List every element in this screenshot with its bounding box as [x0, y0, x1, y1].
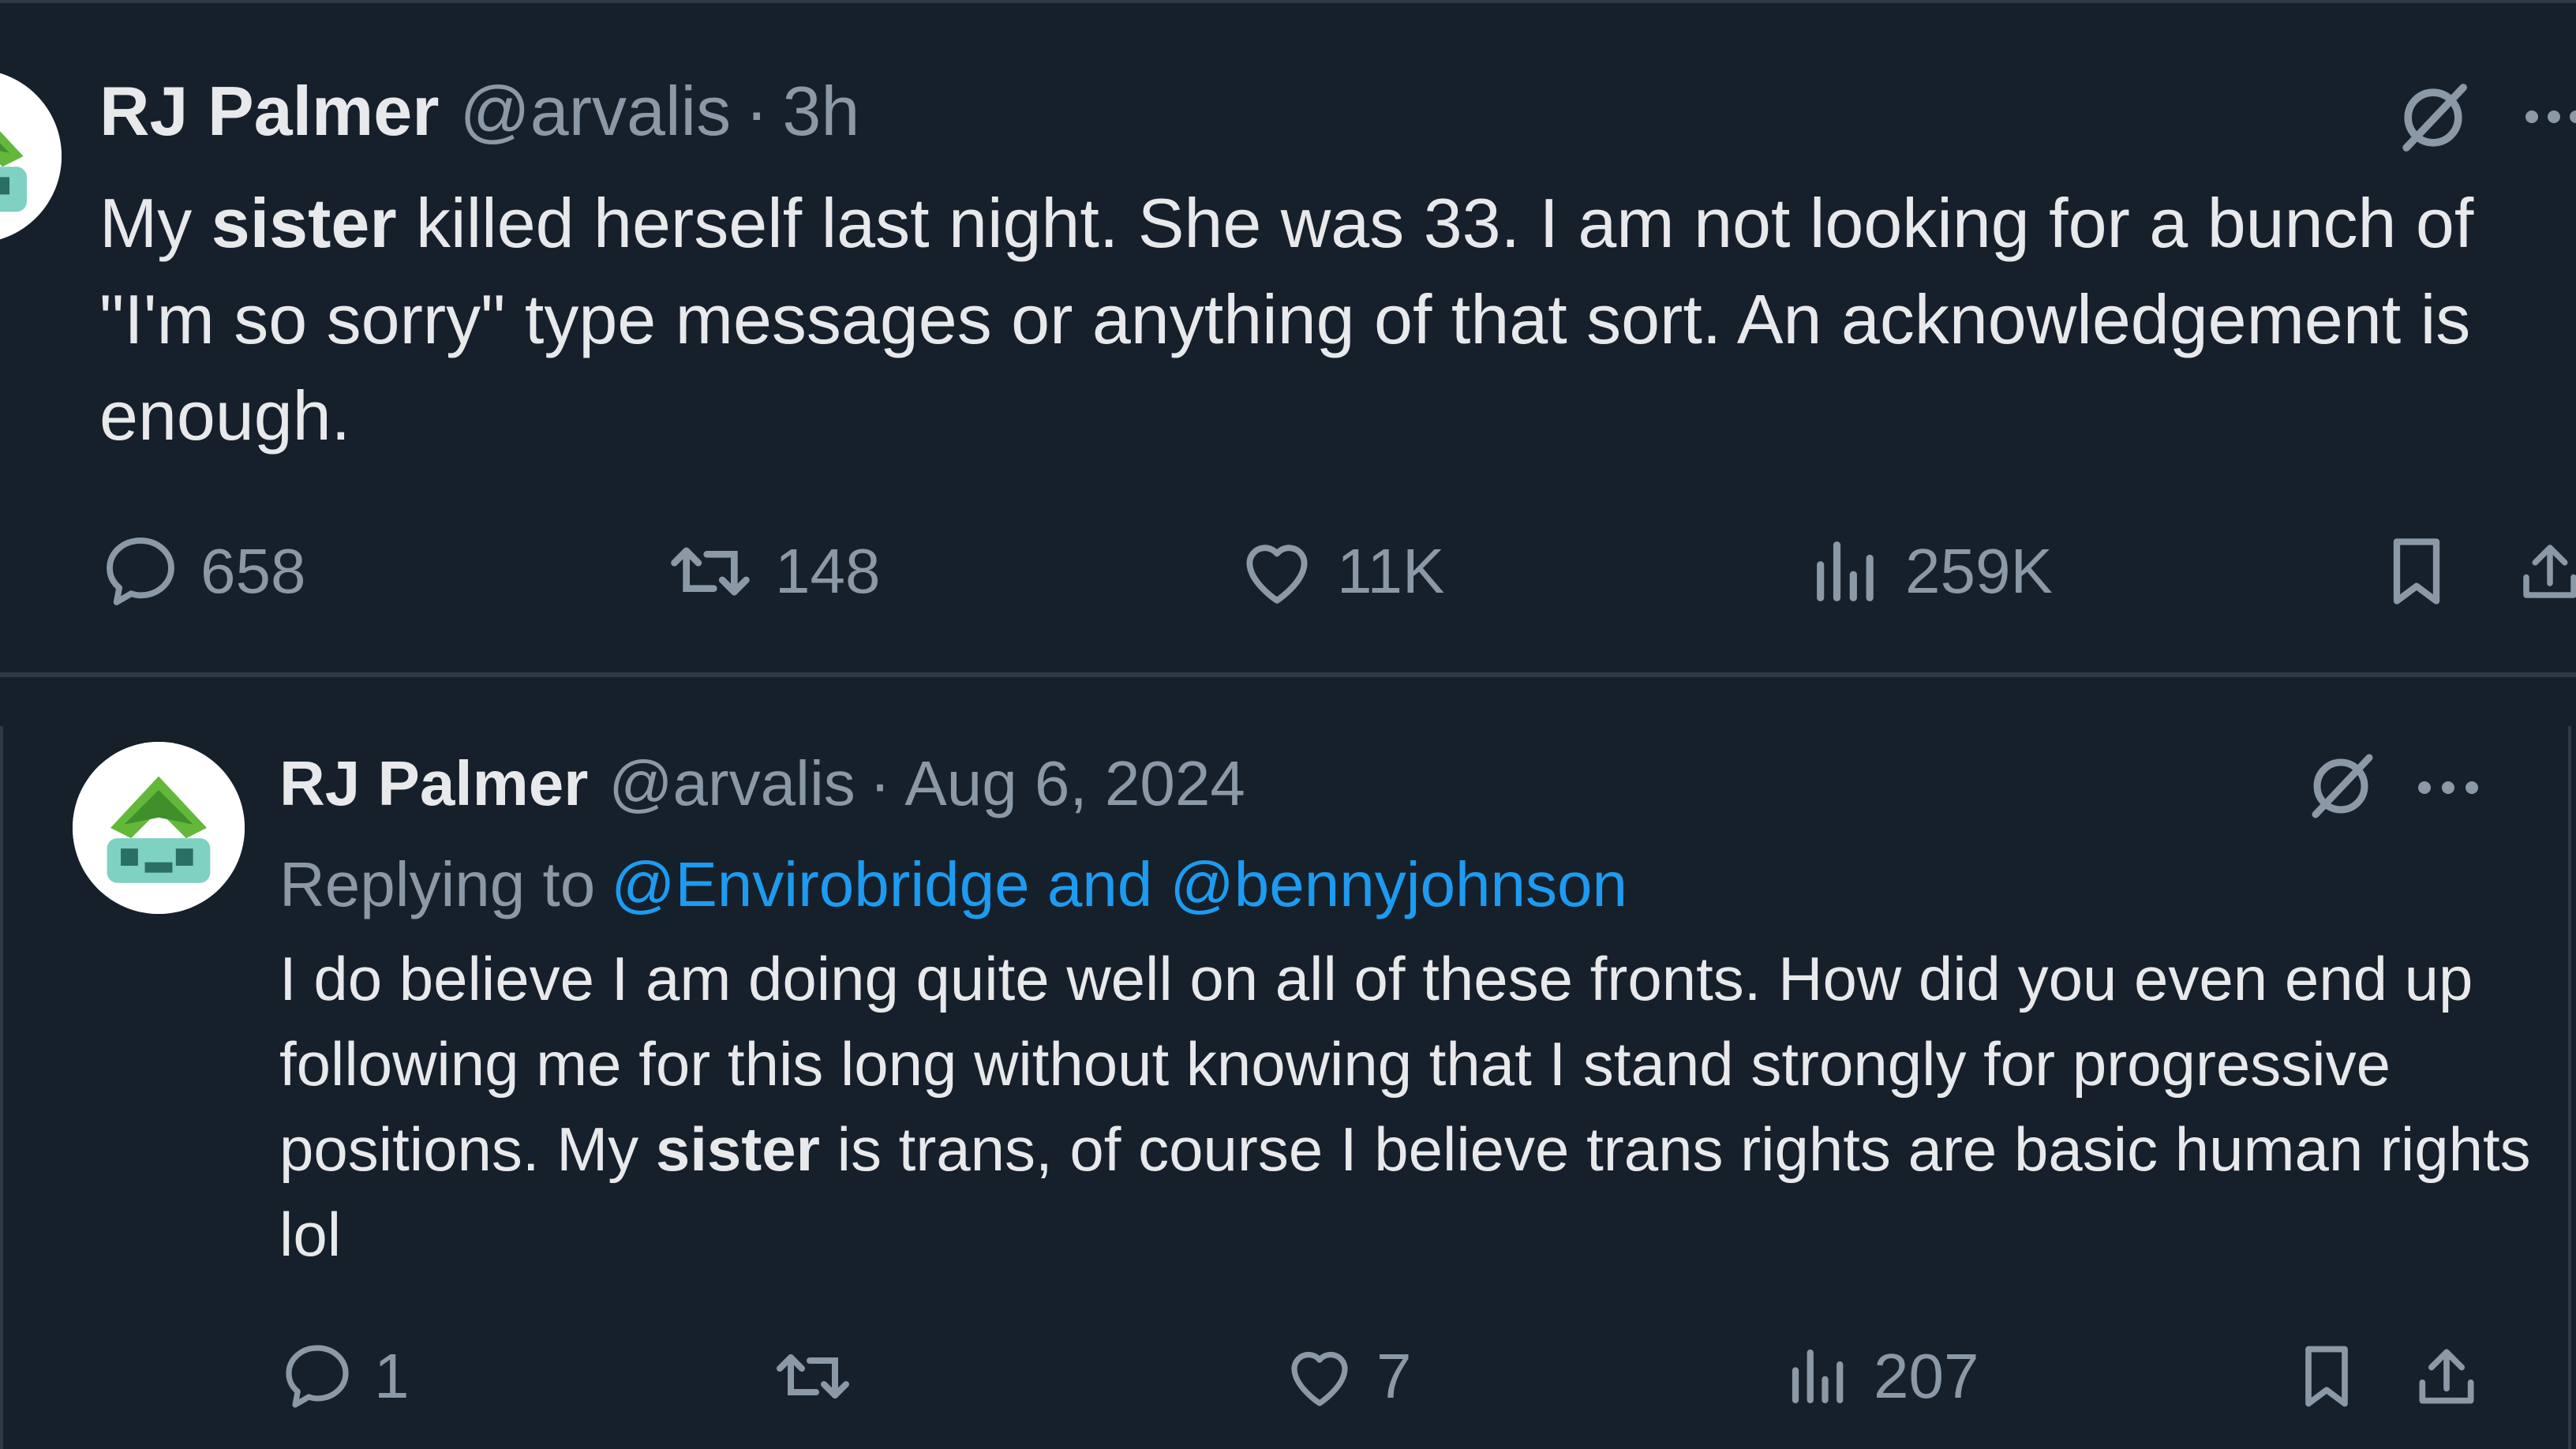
share-button[interactable] — [2514, 524, 2576, 619]
author-handle[interactable]: @arvalis — [608, 747, 855, 820]
avatar[interactable] — [0, 69, 62, 243]
like-count: 7 — [1376, 1341, 1412, 1411]
more-icon[interactable] — [2415, 764, 2481, 811]
tweet-text: I do believe I am doing quite well on al… — [279, 944, 2531, 1269]
timestamp[interactable]: Aug 6, 2024 — [904, 747, 1245, 820]
replying-to: Replying to @Envirobridge and @bennyjohn… — [279, 841, 1627, 928]
like-icon — [1291, 1351, 1348, 1406]
bookmark-icon — [2305, 1346, 2348, 1407]
reply-icon — [286, 1345, 349, 1408]
author-name[interactable]: RJ Palmer — [279, 747, 588, 820]
timestamp[interactable]: 3h — [782, 71, 859, 152]
reply-button[interactable]: 658 — [99, 524, 305, 619]
views-button[interactable]: 259K — [1807, 524, 2053, 619]
thread-border-right — [2568, 726, 2571, 1449]
thread-border-left — [0, 726, 3, 1449]
bookmark-icon — [2393, 538, 2440, 605]
repost-button[interactable] — [770, 1329, 874, 1424]
reply-icon — [107, 537, 174, 605]
replying-to-link[interactable]: @Envirobridge and @bennyjohnson — [611, 848, 1627, 921]
tweet[interactable]: RJ Palmer @arvalis · 3h My sister killed… — [0, 0, 2576, 677]
reply-count: 1 — [374, 1341, 410, 1411]
replying-to-label: Replying to — [279, 849, 596, 919]
reply-count: 658 — [200, 536, 306, 606]
share-button[interactable] — [2410, 1329, 2483, 1424]
views-icon — [1792, 1349, 1844, 1404]
like-button[interactable]: 11K — [1236, 524, 1444, 619]
separator: · — [745, 72, 769, 150]
views-button[interactable]: 207 — [1784, 1329, 1979, 1424]
repost-button[interactable]: 148 — [665, 524, 880, 619]
view-count: 207 — [1874, 1341, 1979, 1411]
like-count: 11K — [1337, 536, 1445, 606]
grok-icon[interactable] — [2301, 747, 2380, 826]
tweet-actions: 658 148 11K 259K — [99, 524, 2576, 619]
tweet-header: RJ Palmer @arvalis · Aug 6, 2024 — [279, 740, 1245, 827]
repost-icon — [671, 547, 750, 596]
repost-icon — [777, 1354, 849, 1398]
avatar[interactable] — [73, 742, 245, 914]
tweet-text: My sister killed herself last night. She… — [99, 184, 2474, 455]
view-count: 259K — [1905, 536, 2053, 606]
tweet-actions: 1 7 207 — [279, 1329, 2568, 1424]
highlighted-word: sister — [211, 184, 397, 262]
tweet-header: RJ Palmer @arvalis · 3h — [99, 68, 859, 155]
author-name[interactable]: RJ Palmer — [99, 71, 439, 152]
repost-count: 148 — [775, 536, 881, 606]
bookmark-button[interactable] — [2290, 1329, 2363, 1424]
like-button[interactable]: 7 — [1282, 1329, 1412, 1424]
tweet-divider — [0, 672, 2576, 677]
author-handle[interactable]: @arvalis — [459, 71, 731, 152]
share-icon — [2419, 1349, 2474, 1404]
highlighted-word: sister — [655, 1114, 820, 1184]
share-icon — [2523, 545, 2576, 598]
bookmark-button[interactable] — [2377, 524, 2456, 619]
separator: · — [869, 748, 891, 818]
like-icon — [1246, 545, 1308, 604]
views-icon — [1817, 541, 1874, 601]
reply-button[interactable]: 1 — [279, 1329, 410, 1424]
grok-icon[interactable] — [2391, 76, 2475, 159]
more-icon[interactable] — [2522, 93, 2576, 140]
